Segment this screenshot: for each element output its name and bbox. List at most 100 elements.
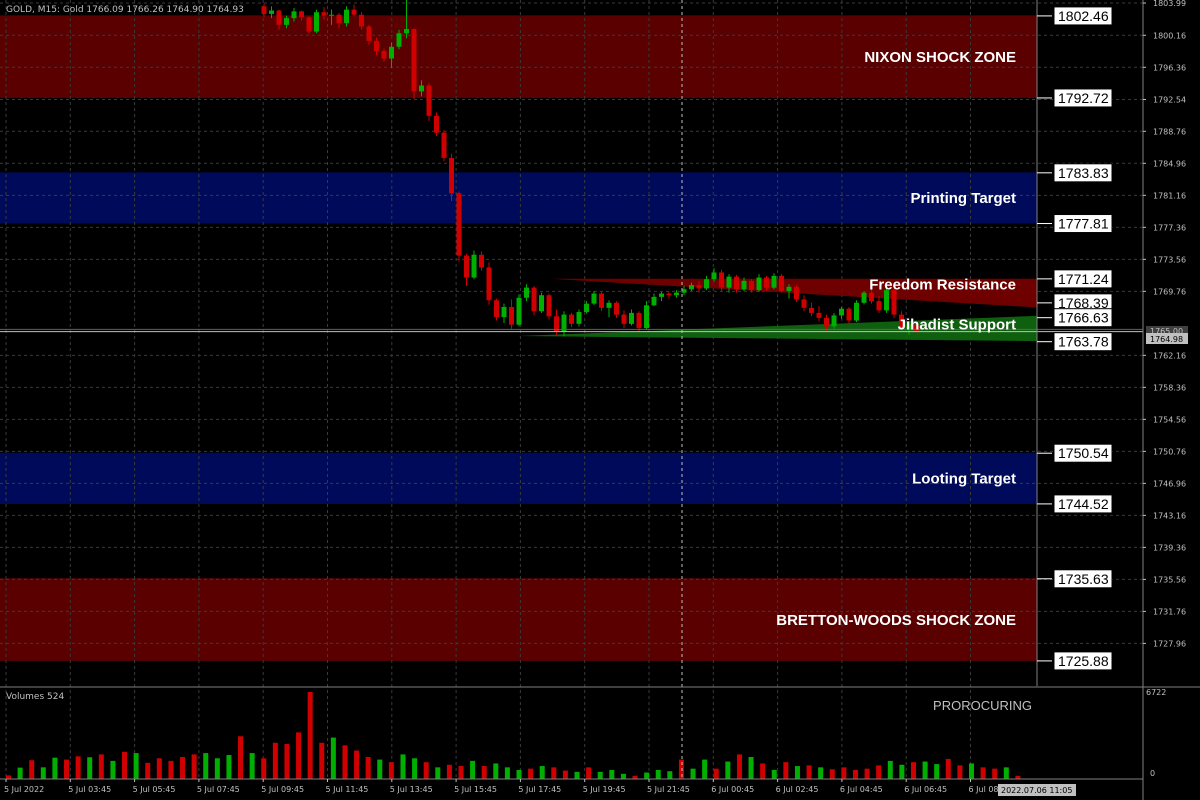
candle	[546, 293, 552, 320]
price-tick-label: 1803.99	[1153, 0, 1186, 8]
volume-bar	[168, 760, 174, 779]
level-value: 1725.88	[1058, 653, 1109, 669]
candle-body	[854, 302, 859, 321]
price-tick-label: 1781.16	[1153, 191, 1186, 200]
volume-bar	[644, 772, 650, 779]
candle-body	[801, 299, 807, 308]
candle-body	[659, 293, 664, 297]
volume-bar	[620, 773, 626, 779]
candle	[426, 82, 432, 121]
volume-bar	[133, 753, 139, 779]
candle-body	[456, 193, 462, 256]
volume-bar	[852, 769, 858, 779]
price-tick-label: 1769.76	[1153, 287, 1186, 296]
candle-body	[809, 307, 814, 313]
volume-axis-min: 0	[1150, 769, 1155, 778]
trading-terminal-chart[interactable]: NIXON SHOCK ZONE Printing Target Looting T…	[0, 0, 1200, 800]
volume-bar	[968, 763, 974, 779]
volume-bar	[539, 766, 545, 779]
volume-bar	[122, 751, 128, 779]
candle-body	[561, 314, 567, 332]
candle-body	[329, 14, 334, 16]
time-tick-label: 5 Jul 07:45	[197, 785, 240, 794]
volume-bar	[609, 769, 615, 779]
volume-bar	[180, 756, 186, 779]
candle-body	[269, 10, 274, 14]
candle	[779, 274, 784, 293]
candle-body	[861, 292, 867, 303]
volume-bar	[516, 769, 522, 779]
time-tick-label: 5 Jul 03:45	[68, 785, 111, 794]
time-tick-label: 6 Jul 00:45	[711, 785, 754, 794]
candle-body	[606, 302, 612, 308]
chart-canvas[interactable]: NIXON SHOCK ZONE Printing Target Looting T…	[0, 0, 1200, 800]
volume-bar	[945, 758, 951, 779]
price-tick-label: 1731.76	[1153, 607, 1186, 616]
volume-bar	[284, 744, 290, 779]
time-tick-label: 5 Jul 2022	[4, 785, 44, 794]
volume-bar	[702, 759, 708, 779]
candle-body	[486, 267, 492, 301]
watermark-text: PROROCURING	[933, 698, 1032, 713]
candle-body	[794, 286, 799, 300]
time-tick-label: 5 Jul 11:45	[326, 785, 369, 794]
nixon-shock-zone-label: NIXON SHOCK ZONE	[864, 49, 1016, 66]
candle-body	[704, 279, 709, 289]
candle-body	[846, 308, 852, 321]
volume-bar	[40, 767, 46, 779]
price-tick-label: 1754.56	[1153, 415, 1186, 424]
level-value: 1777.81	[1058, 216, 1109, 232]
volume-bar	[446, 764, 452, 779]
volume-bar	[690, 768, 696, 779]
printing-target-label: Printing Target	[910, 190, 1016, 207]
price-tick-label: 1796.36	[1153, 63, 1186, 72]
volume-bar	[887, 760, 893, 779]
candle-body	[464, 255, 469, 278]
candle-body	[771, 275, 777, 288]
candle-body	[306, 17, 312, 32]
candle-body	[726, 276, 732, 288]
time-tick-label: 6 Jul 06:45	[904, 785, 947, 794]
candle-body	[696, 285, 702, 289]
volume-bar	[504, 767, 510, 779]
volume-bar	[655, 769, 661, 779]
candle-body	[276, 10, 282, 25]
level-value: 1735.63	[1058, 571, 1109, 587]
candle	[486, 262, 492, 305]
candle-body	[741, 280, 747, 290]
volume-bar	[156, 758, 162, 779]
level-value: 1802.46	[1058, 8, 1109, 24]
candle-body	[569, 314, 574, 324]
volume-bar	[760, 763, 766, 779]
candle-body	[786, 286, 792, 291]
candle-body	[749, 280, 754, 291]
candle-body	[891, 290, 897, 315]
volume-bar	[319, 742, 325, 779]
volume-bar	[574, 771, 580, 779]
candle	[854, 300, 859, 323]
level-value: 1783.83	[1058, 165, 1109, 181]
volume-bar	[562, 770, 568, 779]
volume-bar	[423, 762, 429, 779]
candle-body	[666, 293, 672, 296]
price-tick-label: 1750.76	[1153, 447, 1186, 456]
candle-body	[509, 306, 514, 325]
volume-bar	[481, 766, 487, 779]
candle	[314, 9, 319, 34]
candle-body	[839, 308, 844, 316]
candle-body	[359, 14, 364, 27]
volume-bar	[528, 768, 534, 779]
candle-body	[299, 11, 304, 18]
time-tick-label: 5 Jul 21:45	[647, 785, 690, 794]
candle-body	[629, 312, 634, 324]
volume-bar	[435, 767, 441, 779]
candle-body	[524, 287, 529, 298]
level-value: 1744.52	[1058, 496, 1109, 512]
candle-body	[621, 314, 627, 324]
candle-body	[584, 303, 589, 313]
time-tick-label: 6 Jul 02:45	[776, 785, 819, 794]
candle-body	[516, 297, 522, 325]
candle-body	[284, 18, 289, 25]
volume-bar	[203, 753, 209, 779]
candle	[539, 292, 544, 313]
